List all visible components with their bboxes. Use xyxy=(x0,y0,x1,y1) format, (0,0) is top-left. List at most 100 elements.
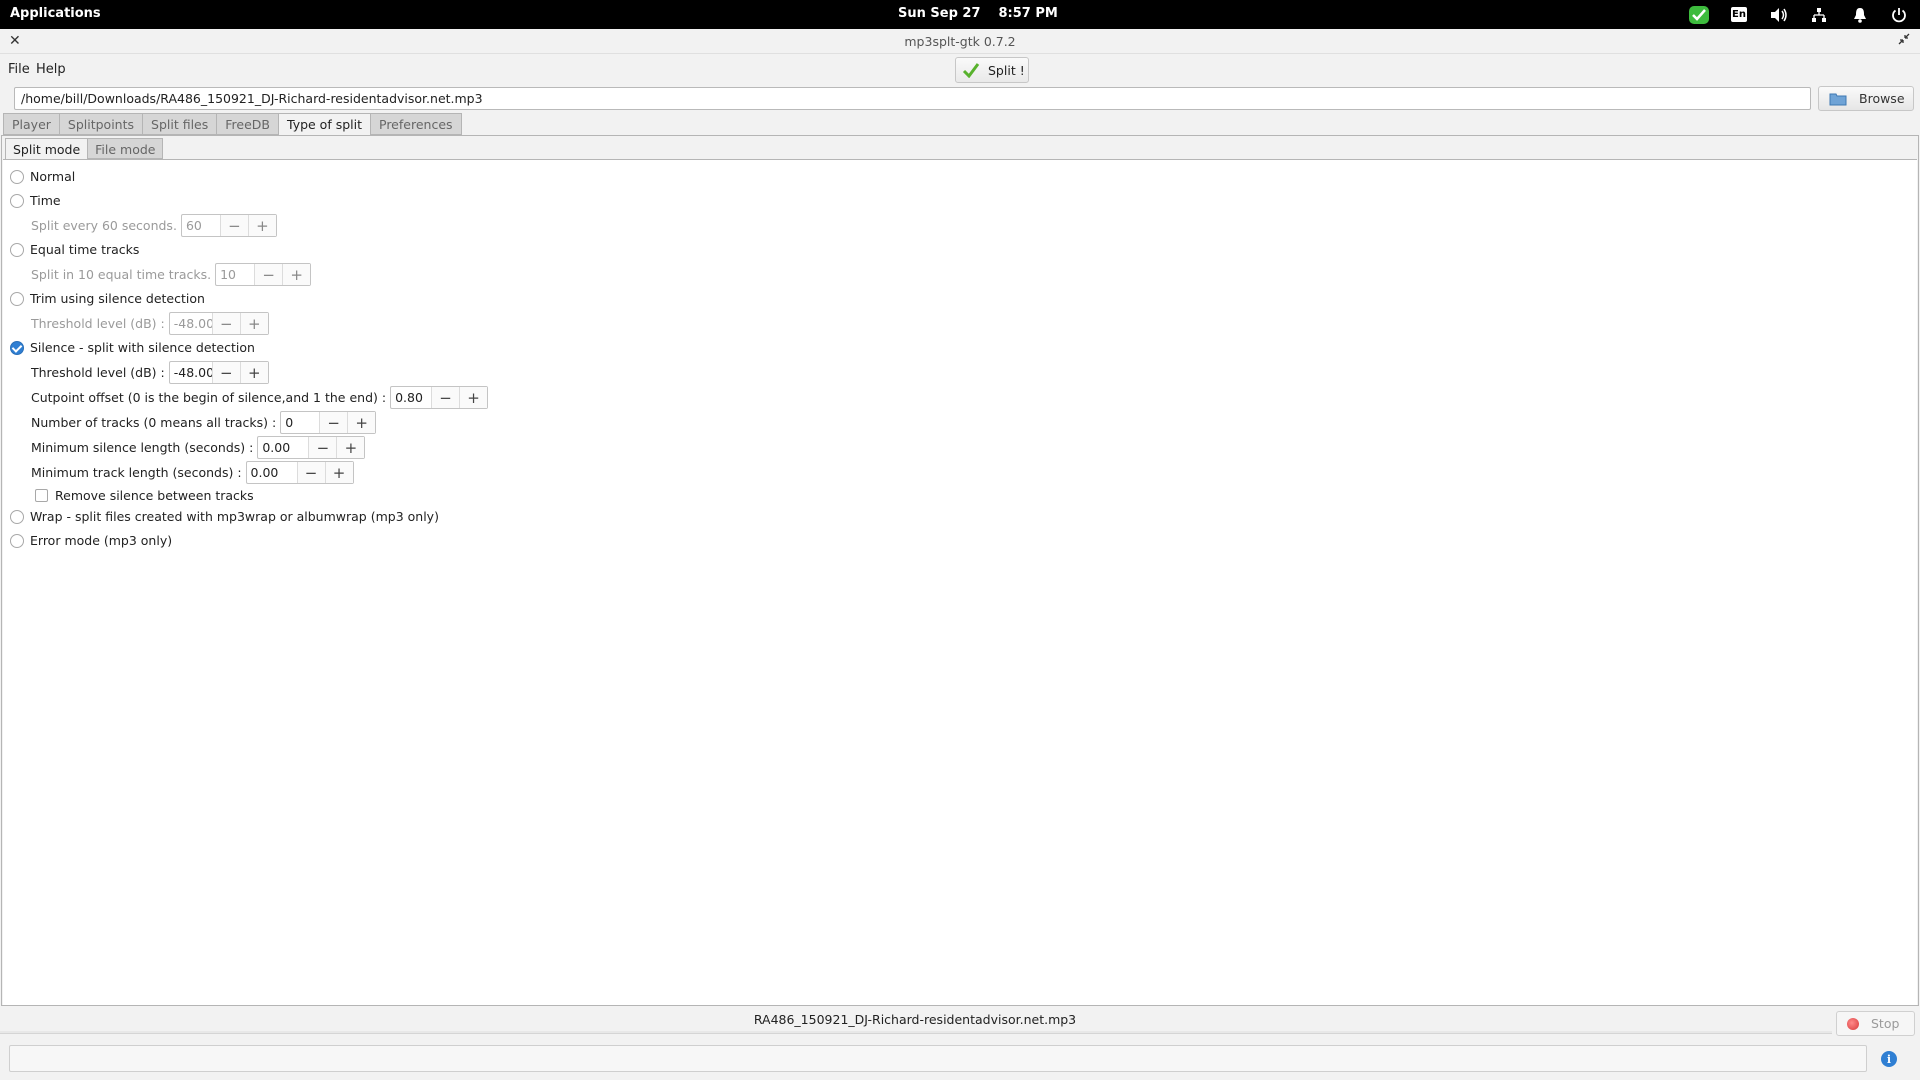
network-icon[interactable] xyxy=(1808,4,1830,25)
menu-help[interactable]: Help xyxy=(36,62,66,77)
tab-type-of-split[interactable]: Type of split xyxy=(278,113,371,136)
keyboard-layout-label: En xyxy=(1731,7,1747,22)
radio-equal-time-tracks[interactable] xyxy=(10,242,24,257)
browse-button[interactable]: Browse xyxy=(1818,86,1914,111)
mode-wrap-label: Wrap - split files created with mp3wrap … xyxy=(30,509,439,524)
min-track-spinner[interactable]: 0.00 − + xyxy=(245,461,354,484)
tab-splitpoints[interactable]: Splitpoints xyxy=(58,113,144,135)
increment-button[interactable]: + xyxy=(247,215,276,236)
stop-icon xyxy=(1847,1017,1859,1030)
tab-split-files[interactable]: Split files xyxy=(142,113,218,135)
mode-wrap-option[interactable]: Wrap - split files created with mp3wrap … xyxy=(10,509,439,524)
number-of-tracks-spinner[interactable]: 0 − + xyxy=(280,411,377,434)
mode-silence-option[interactable]: Silence - split with silence detection xyxy=(10,340,255,355)
mode-time-option[interactable]: Time xyxy=(10,193,61,208)
mode-error-label: Error mode (mp3 only) xyxy=(30,533,173,548)
min-silence-spinner[interactable]: 0.00 − + xyxy=(257,436,366,459)
increment-button[interactable]: + xyxy=(282,264,311,285)
app-window: ✕ mp3splt-gtk 0.7.2 File Help Split ! /h… xyxy=(0,29,1920,1080)
clock-time: 8:57 PM xyxy=(998,6,1058,21)
mode-trim-label: Trim using silence detection xyxy=(30,291,205,306)
power-icon[interactable] xyxy=(1888,4,1910,25)
cutpoint-offset-spinner[interactable]: 0.80 − + xyxy=(390,386,489,409)
equal-tracks-spinner[interactable]: 10 − + xyxy=(215,263,312,286)
subtab-split-mode[interactable]: Split mode xyxy=(5,138,89,160)
tab-player[interactable]: Player xyxy=(3,113,60,135)
decrement-button[interactable]: − xyxy=(254,264,283,285)
trim-threshold-row: Threshold level (dB) : -48.00 − + xyxy=(31,312,269,335)
increment-button[interactable]: + xyxy=(459,387,488,408)
mode-trim-option[interactable]: Trim using silence detection xyxy=(10,291,205,306)
decrement-button[interactable]: − xyxy=(219,215,248,236)
mode-normal-label: Normal xyxy=(30,169,76,184)
radio-wrap[interactable] xyxy=(10,509,24,524)
min-track-label: Minimum track length (seconds) : xyxy=(31,465,242,480)
browse-button-label: Browse xyxy=(1859,91,1905,106)
trim-threshold-value[interactable]: -48.00 xyxy=(170,313,214,334)
restore-window-icon[interactable] xyxy=(1898,33,1910,49)
time-interval-spinner[interactable]: 60 − + xyxy=(180,214,277,237)
time-interval-row: Split every 60 seconds. 60 − + xyxy=(31,214,277,237)
decrement-button[interactable]: − xyxy=(296,462,325,483)
remove-silence-label: Remove silence between tracks xyxy=(55,488,254,503)
radio-normal[interactable] xyxy=(10,169,24,184)
notifications-bell-icon[interactable] xyxy=(1849,4,1871,25)
applications-menu[interactable]: Applications xyxy=(10,6,101,21)
split-button[interactable]: Split ! xyxy=(955,57,1029,83)
remove-silence-checkbox[interactable] xyxy=(35,489,48,502)
status-area: RA486_150921_DJ-Richard-residentadvisor.… xyxy=(0,1007,1920,1080)
time-interval-value[interactable]: 60 xyxy=(182,215,220,236)
increment-button[interactable]: + xyxy=(239,313,268,334)
cutpoint-offset-label: Cutpoint offset (0 is the begin of silen… xyxy=(31,390,387,405)
remove-silence-option[interactable]: Remove silence between tracks xyxy=(35,488,254,503)
menu-bar: File Help Split ! xyxy=(0,54,1920,84)
increment-button[interactable]: + xyxy=(239,362,268,383)
increment-button[interactable]: + xyxy=(324,462,353,483)
min-track-row: Minimum track length (seconds) : 0.00 − … xyxy=(31,461,354,484)
menu-file[interactable]: File xyxy=(8,62,30,77)
title-bar[interactable]: ✕ mp3splt-gtk 0.7.2 xyxy=(0,29,1920,54)
increment-button[interactable]: + xyxy=(336,437,365,458)
radio-error-mode[interactable] xyxy=(10,533,24,548)
silence-threshold-row: Threshold level (dB) : -48.00 − + xyxy=(31,361,269,384)
min-track-value[interactable]: 0.00 xyxy=(247,462,297,483)
window-title: mp3splt-gtk 0.7.2 xyxy=(904,34,1016,49)
tab-content: Split mode File mode Normal Time Split e… xyxy=(1,135,1919,1006)
equal-tracks-value[interactable]: 10 xyxy=(216,264,254,285)
number-of-tracks-value[interactable]: 0 xyxy=(281,412,319,433)
decrement-button[interactable]: − xyxy=(211,313,240,334)
volume-icon[interactable] xyxy=(1768,4,1790,25)
mode-equal-label: Equal time tracks xyxy=(30,242,140,257)
subtab-file-mode[interactable]: File mode xyxy=(87,138,164,159)
file-path-input[interactable]: /home/bill/Downloads/RA486_150921_DJ-Ric… xyxy=(14,87,1811,110)
radio-silence-split[interactable] xyxy=(10,340,24,355)
tab-preferences[interactable]: Preferences xyxy=(370,113,462,135)
trim-threshold-spinner[interactable]: -48.00 − + xyxy=(168,312,269,335)
silence-threshold-spinner[interactable]: -48.00 − + xyxy=(168,361,269,384)
decrement-button[interactable]: − xyxy=(308,437,337,458)
decrement-button[interactable]: − xyxy=(319,412,348,433)
mode-error-option[interactable]: Error mode (mp3 only) xyxy=(10,533,172,548)
status-bar xyxy=(9,1045,1867,1072)
info-icon[interactable]: i xyxy=(1881,1051,1897,1067)
radio-time[interactable] xyxy=(10,193,24,208)
tab-freedb[interactable]: FreeDB xyxy=(216,113,279,135)
split-mode-panel: Normal Time Split every 60 seconds. 60 −… xyxy=(3,159,1917,1005)
decrement-button[interactable]: − xyxy=(431,387,460,408)
current-file-label: RA486_150921_DJ-Richard-residentadvisor.… xyxy=(753,1012,1077,1027)
trim-threshold-label: Threshold level (dB) : xyxy=(31,316,165,331)
decrement-button[interactable]: − xyxy=(211,362,240,383)
split-button-label: Split ! xyxy=(988,62,1025,78)
min-silence-value[interactable]: 0.00 xyxy=(258,437,308,458)
increment-button[interactable]: + xyxy=(347,412,376,433)
radio-trim-silence[interactable] xyxy=(10,291,24,306)
mode-normal-option[interactable]: Normal xyxy=(10,169,75,184)
folder-icon xyxy=(1829,93,1847,105)
cutpoint-offset-value[interactable]: 0.80 xyxy=(391,387,431,408)
clock[interactable]: Sun Sep 27 8:57 PM xyxy=(898,6,1076,21)
keyboard-layout-indicator[interactable]: En xyxy=(1728,4,1750,25)
silence-threshold-value[interactable]: -48.00 xyxy=(170,362,214,383)
check-tray-icon[interactable] xyxy=(1688,4,1710,25)
stop-button[interactable]: Stop xyxy=(1836,1011,1915,1036)
mode-equal-option[interactable]: Equal time tracks xyxy=(10,242,139,257)
